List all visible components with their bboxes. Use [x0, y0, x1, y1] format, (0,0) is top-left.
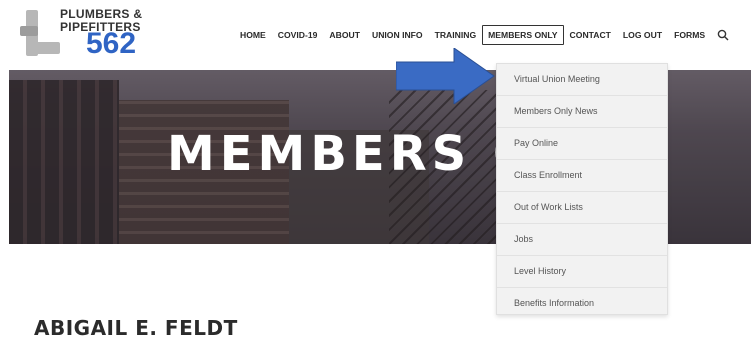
dropdown-item-members-only-news[interactable]: Members Only News [497, 96, 667, 128]
nav-home[interactable]: HOME [234, 26, 272, 44]
logo-number: 562 [86, 27, 137, 60]
member-name-heading: ABIGAIL E. FELDT [34, 316, 238, 340]
dropdown-item-pay-online[interactable]: Pay Online [497, 128, 667, 160]
main-nav: HOME COVID-19 ABOUT UNION INFO TRAINING … [234, 25, 729, 45]
hero-title: MEMBERS O [167, 126, 539, 182]
nav-covid-19[interactable]: COVID-19 [272, 26, 324, 44]
arrow-annotation-icon [396, 48, 495, 104]
dropdown-item-class-enrollment[interactable]: Class Enrollment [497, 160, 667, 192]
nav-log-out[interactable]: LOG OUT [617, 26, 668, 44]
pipe-graphic-horizontal [26, 42, 60, 54]
dropdown-item-level-history[interactable]: Level History [497, 256, 667, 288]
nav-union-info[interactable]: UNION INFO [366, 26, 429, 44]
dropdown-item-jobs[interactable]: Jobs [497, 224, 667, 256]
dropdown-item-virtual-union-meeting[interactable]: Virtual Union Meeting [497, 64, 667, 96]
nav-contact[interactable]: CONTACT [564, 26, 617, 44]
dropdown-item-out-of-work-lists[interactable]: Out of Work Lists [497, 192, 667, 224]
members-only-dropdown: Virtual Union Meeting Members Only News … [496, 63, 668, 315]
search-icon[interactable] [717, 29, 729, 41]
nav-forms[interactable]: FORMS [668, 26, 711, 44]
nav-members-only[interactable]: MEMBERS ONLY [482, 25, 564, 45]
dropdown-item-benefits-information[interactable]: Benefits Information [497, 288, 667, 319]
site-logo[interactable]: PLUMBERS & PIPEFITTERS 562 [14, 4, 174, 64]
nav-training[interactable]: TRAINING [429, 26, 483, 44]
nav-about[interactable]: ABOUT [323, 26, 366, 44]
logo-line-1: PLUMBERS & [60, 7, 143, 21]
pipe-graphic-joint [20, 26, 38, 36]
